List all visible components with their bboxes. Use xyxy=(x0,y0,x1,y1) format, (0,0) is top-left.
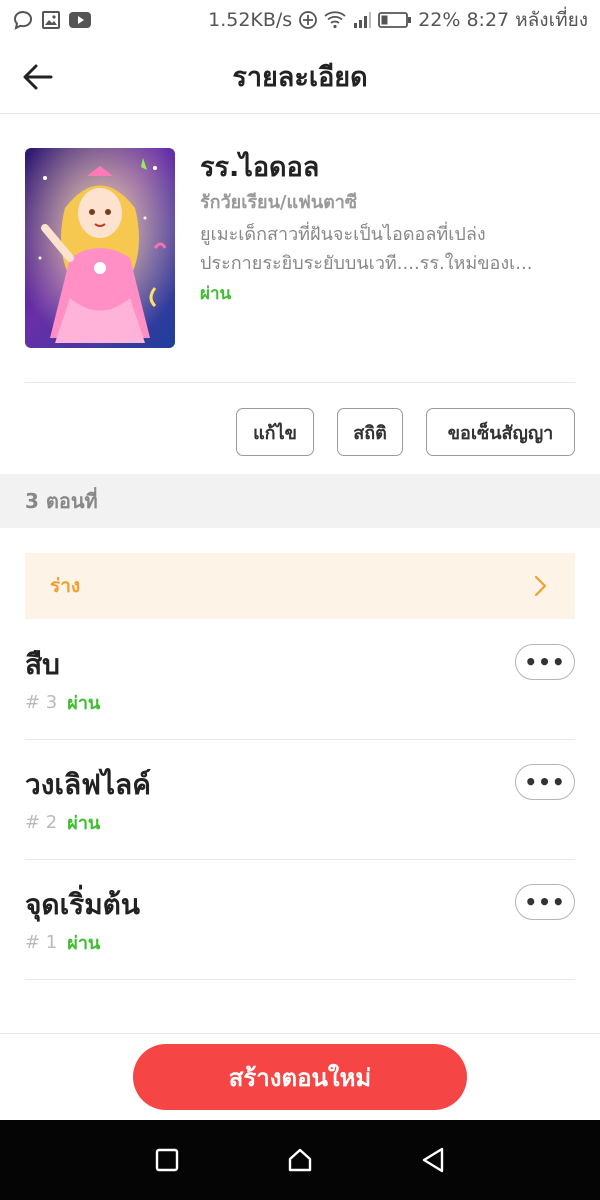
story-description-line-1: ยูเมะเด็กสาวที่ฝันจะเป็นไอดอลที่เปล่ง xyxy=(200,224,486,245)
page-title: รายละเอียด xyxy=(232,62,368,93)
draft-row[interactable]: ร่าง xyxy=(25,553,575,619)
episode-more-button[interactable]: ••• xyxy=(515,644,575,680)
episode-number: # 2 xyxy=(25,812,58,833)
episode-status: ผ่าน xyxy=(67,813,101,834)
bottom-action-bar: สร้างตอนใหม่ xyxy=(0,1033,600,1120)
status-bar: 1.52KB/s 22% 8:27 หลังเที่ยง xyxy=(0,0,600,40)
wifi-icon xyxy=(324,10,346,30)
recents-button[interactable] xyxy=(137,1130,197,1190)
episode-number: # 1 xyxy=(25,932,58,953)
episode-row[interactable]: วงเลิฟไลค์ # 2 ผ่าน ••• xyxy=(25,740,575,860)
battery-icon xyxy=(378,11,412,29)
story-actions: แก้ไข สถิติ ขอเซ็นสัญญา xyxy=(236,408,575,456)
back-nav-button[interactable] xyxy=(403,1130,463,1190)
clock-period: หลังเที่ยง xyxy=(515,9,588,31)
episodes-section-header: 3 ตอนที่ xyxy=(0,474,600,528)
episode-more-button[interactable]: ••• xyxy=(515,764,575,800)
image-icon xyxy=(40,9,62,31)
square-icon xyxy=(155,1148,178,1172)
episode-meta: # 1 ผ่าน xyxy=(25,928,100,957)
episode-row[interactable]: จุดเริ่มต้น # 1 ผ่าน ••• xyxy=(25,860,575,980)
story-card: รร.ไอดอล รักวัยเรียน/แฟนตาซี ยูเมะเด็กสา… xyxy=(25,148,575,348)
battery-percent: 22% xyxy=(418,9,461,31)
episode-status: ผ่าน xyxy=(67,693,101,714)
edit-button[interactable]: แก้ไข xyxy=(236,408,314,456)
episode-meta: # 2 ผ่าน xyxy=(25,808,100,837)
episode-more-button[interactable]: ••• xyxy=(515,884,575,920)
story-description-line-2: ประกายระยิบระยับบนเวที....รร.ใหม่ของเ... xyxy=(200,253,533,274)
episode-title: วงเลิฟไลค์ xyxy=(25,768,151,801)
story-genre: รักวัยเรียน/แฟนตาซี xyxy=(200,192,358,213)
status-bar-right: 1.52KB/s 22% 8:27 หลังเที่ยง xyxy=(208,5,588,35)
back-button[interactable] xyxy=(18,57,58,97)
home-button[interactable] xyxy=(270,1130,330,1190)
draft-label: ร่าง xyxy=(50,575,81,597)
episode-row[interactable]: สืบ # 3 ผ่าน ••• xyxy=(25,620,575,740)
signal-icon xyxy=(352,10,372,30)
story-info: รร.ไอดอล รักวัยเรียน/แฟนตาซี ยูเมะเด็กสา… xyxy=(200,148,575,310)
app-header: รายละเอียด xyxy=(0,40,600,114)
status-bar-left xyxy=(12,9,92,31)
data-saver-icon xyxy=(298,10,318,30)
stats-button[interactable]: สถิติ xyxy=(337,408,403,456)
arrow-left-icon xyxy=(23,64,53,90)
chat-bubble-icon xyxy=(12,9,34,31)
episode-number: # 3 xyxy=(25,692,58,713)
episode-status: ผ่าน xyxy=(67,933,101,954)
chevron-right-icon xyxy=(534,575,547,597)
contract-button[interactable]: ขอเซ็นสัญญา xyxy=(426,408,575,456)
youtube-icon xyxy=(68,9,92,31)
episodes-count: 3 ตอนที่ xyxy=(25,489,98,513)
create-episode-button[interactable]: สร้างตอนใหม่ xyxy=(133,1044,467,1110)
divider xyxy=(25,382,575,383)
episode-title: จุดเริ่มต้น xyxy=(25,888,140,921)
story-status: ผ่าน xyxy=(200,284,232,304)
story-title: รร.ไอดอล xyxy=(200,152,320,183)
episode-title: สืบ xyxy=(25,648,60,681)
home-icon xyxy=(288,1148,312,1172)
network-speed: 1.52KB/s xyxy=(208,9,293,31)
triangle-back-icon xyxy=(423,1147,444,1173)
clock-time: 8:27 xyxy=(466,9,510,31)
story-cover-image[interactable] xyxy=(25,148,175,348)
system-nav-bar xyxy=(0,1120,600,1200)
episode-meta: # 3 ผ่าน xyxy=(25,688,100,717)
